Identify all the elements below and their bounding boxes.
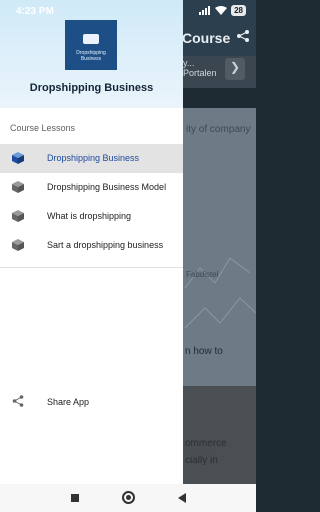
menu-item-what-is-dropshipping[interactable]: What is dropshipping xyxy=(0,202,183,231)
menu-item-label: Sart a dropshipping business xyxy=(47,240,164,250)
battery-icon: 28 xyxy=(231,5,246,16)
navigation-drawer: Dropshipping Business Dropshipping Busin… xyxy=(0,0,183,484)
background-ad-text: y... Portalen xyxy=(183,58,217,78)
recent-apps-icon[interactable] xyxy=(71,494,79,502)
background-body-text: cially in xyxy=(185,455,218,466)
background-photo-caption: ity of company xyxy=(186,124,251,135)
status-time: 4:23 PM xyxy=(16,6,54,17)
background-photo-caption: Fabdistel xyxy=(186,270,219,279)
menu-divider xyxy=(0,267,183,268)
cube-icon xyxy=(12,210,24,222)
wifi-icon xyxy=(215,6,228,15)
background-share-icon xyxy=(237,30,249,42)
chevron-right-icon: ❯ xyxy=(230,60,241,74)
cube-icon xyxy=(12,181,24,193)
home-icon[interactable] xyxy=(122,491,135,504)
section-label: Course Lessons xyxy=(10,123,76,133)
app-logo: Dropshipping Business xyxy=(65,20,117,70)
truck-icon xyxy=(83,34,99,44)
status-bar: 4:23 PM 28 xyxy=(0,0,256,20)
system-navigation-bar xyxy=(0,484,256,512)
share-icon xyxy=(12,395,24,407)
menu-item-label: What is dropshipping xyxy=(47,211,132,221)
background-photo-caption: n how to xyxy=(185,346,223,357)
drawer-title: Dropshipping Business xyxy=(29,82,154,94)
cube-icon xyxy=(12,239,24,251)
cube-icon xyxy=(12,152,24,164)
app-logo-text: Dropshipping Business xyxy=(76,50,106,62)
back-icon[interactable] xyxy=(177,493,187,503)
menu-item-dropshipping-business[interactable]: Dropshipping Business xyxy=(0,144,183,173)
share-app-label: Share App xyxy=(47,397,90,407)
background-body-text: ommerce xyxy=(185,438,227,449)
menu-item-label: Dropshipping Business Model xyxy=(47,182,167,192)
menu-item-dropshipping-business-model[interactable]: Dropshipping Business Model xyxy=(0,173,183,202)
share-app-button[interactable]: Share App xyxy=(0,388,183,416)
menu-item-start-dropshipping-business[interactable]: Sart a dropshipping business xyxy=(0,231,183,260)
signal-icon xyxy=(199,6,211,15)
menu-item-label: Dropshipping Business xyxy=(47,153,140,163)
status-icons: 28 xyxy=(199,5,246,16)
lesson-menu: Dropshipping Business Dropshipping Busin… xyxy=(0,144,183,260)
background-app-title: Course xyxy=(182,30,231,46)
